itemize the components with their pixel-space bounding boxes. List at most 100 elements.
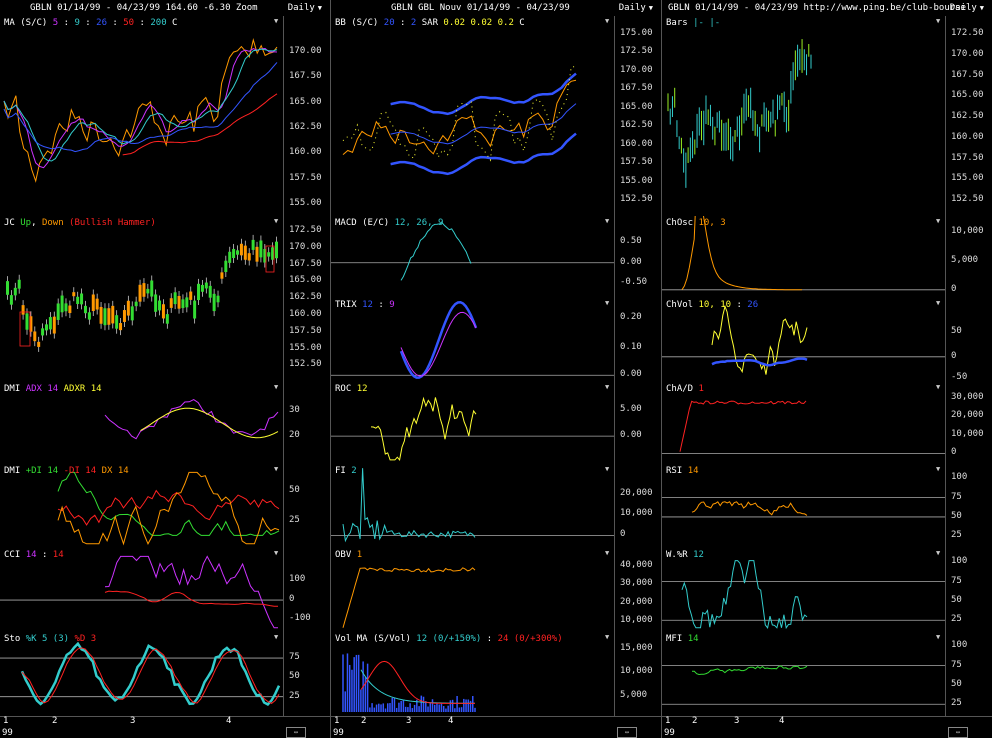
y-tick-label: 155.00 xyxy=(620,175,653,186)
chart-svg xyxy=(662,400,945,454)
indicator-panel-chad: ChA/D 1 ▼ 30,000 20,000 10,000 0 xyxy=(662,382,992,464)
plot-area[interactable] xyxy=(0,548,284,632)
time-axis: 1 2 3 4 99 xyxy=(0,716,330,738)
panel-menu-icon[interactable]: ▼ xyxy=(274,383,278,391)
panel-menu-icon[interactable]: ▼ xyxy=(936,465,940,473)
candle xyxy=(138,284,142,302)
panel-menu-icon[interactable]: ▼ xyxy=(605,17,609,25)
chart-svg xyxy=(331,221,614,281)
series-line xyxy=(342,79,577,155)
panel-menu-icon[interactable]: ▼ xyxy=(936,17,940,25)
period-dropdown[interactable]: Daily ▼ xyxy=(288,0,322,16)
series-line xyxy=(692,665,808,676)
label-segment: Vol xyxy=(335,634,357,644)
panel-label: Vol MA (S/Vol) 12 (0/+150%) : 24 (0/+300… xyxy=(335,634,563,644)
plot-area[interactable] xyxy=(0,464,284,548)
plot-area[interactable] xyxy=(662,632,946,716)
label-segment: Sto xyxy=(4,634,26,644)
plot-area[interactable] xyxy=(331,632,615,716)
y-tick-label: 10,000 xyxy=(620,666,653,677)
plot-area[interactable] xyxy=(331,216,615,298)
plot-area[interactable] xyxy=(331,464,615,548)
label-segment: OBV xyxy=(335,550,357,560)
candle xyxy=(185,297,189,308)
y-tick-label: 157.50 xyxy=(289,172,322,183)
panel-menu-icon[interactable]: ▼ xyxy=(274,217,278,225)
period-label: Daily xyxy=(618,3,646,13)
chevron-down-icon: ▼ xyxy=(648,4,653,12)
plot-area[interactable] xyxy=(662,16,946,216)
panel-menu-icon[interactable]: ▼ xyxy=(936,549,940,557)
scroll-button[interactable]: ↔ xyxy=(948,727,968,738)
label-segment: 0.2 xyxy=(497,18,514,28)
label-segment: 50 xyxy=(123,18,135,28)
panel-menu-icon[interactable]: ▼ xyxy=(605,633,609,641)
y-tick-label: 167.50 xyxy=(289,71,322,82)
indicator-panel-ma: MA (S/C) 5 : 9 : 26 : 50 : 200 C ▼ 170.00… xyxy=(0,16,330,216)
y-tick-label: 165.00 xyxy=(289,275,322,286)
series-line xyxy=(390,103,577,145)
y-tick-label: 167.50 xyxy=(620,83,653,94)
candle xyxy=(91,294,95,312)
candle xyxy=(216,295,220,303)
panel-menu-icon[interactable]: ▼ xyxy=(605,549,609,557)
y-tick-label: 75 xyxy=(951,575,962,586)
label-segment: 26 xyxy=(96,18,107,28)
panel-menu-icon[interactable]: ▼ xyxy=(605,299,609,307)
plot-area[interactable] xyxy=(662,464,946,548)
panel-menu-icon[interactable]: ▼ xyxy=(936,383,940,391)
period-dropdown[interactable]: Daily ▼ xyxy=(619,0,653,16)
plot-area[interactable] xyxy=(0,216,284,382)
panel-menu-icon[interactable]: ▼ xyxy=(274,549,278,557)
label-segment: 26 xyxy=(747,300,759,310)
scroll-button[interactable]: ↔ xyxy=(286,727,306,738)
plot-area[interactable] xyxy=(662,548,946,632)
y-tick-label: 40,000 xyxy=(620,559,653,570)
candle xyxy=(255,246,259,262)
panel-menu-icon[interactable]: ▼ xyxy=(936,299,940,307)
y-tick-label: 160.00 xyxy=(951,131,984,142)
y-tick-label: 20 xyxy=(289,430,300,441)
indicator-panel-chvol: ChVol 10, 10 : 26 ▼ 50 0 -50 xyxy=(662,298,992,382)
label-segment: C xyxy=(513,18,525,28)
scroll-button[interactable]: ↔ xyxy=(617,727,637,738)
panel-menu-icon[interactable]: ▼ xyxy=(936,217,940,225)
y-tick-label: 0.00 xyxy=(620,256,642,267)
panel-label: DMI +DI 14 -DI 14 DX 14 xyxy=(4,466,129,476)
series-line xyxy=(122,93,278,156)
panel-menu-icon[interactable]: ▼ xyxy=(274,17,278,25)
panel-menu-icon[interactable]: ▼ xyxy=(936,633,940,641)
plot-area[interactable] xyxy=(331,382,615,464)
indicator-panel-vol: Vol MA (S/Vol) 12 (0/+150%) : 24 (0/+300… xyxy=(331,632,661,716)
y-tick-label: 10,000 xyxy=(951,429,984,440)
y-tick-label: 160.00 xyxy=(289,308,322,319)
plot-area[interactable] xyxy=(331,16,615,216)
y-tick-label: 170.00 xyxy=(289,241,322,252)
panel-menu-icon[interactable]: ▼ xyxy=(605,217,609,225)
y-tick-label: 25 xyxy=(951,614,962,625)
panel-label: Sto %K 5 (3) %D 3 xyxy=(4,634,96,644)
plot-area[interactable] xyxy=(0,632,284,716)
panel-menu-icon[interactable]: ▼ xyxy=(274,465,278,473)
y-tick-label: 162.50 xyxy=(620,120,653,131)
candle xyxy=(122,310,126,322)
label-segment: 1 xyxy=(698,384,704,394)
plot-area[interactable] xyxy=(662,298,946,382)
plot-area[interactable] xyxy=(331,298,615,382)
y-tick-label: 10,000 xyxy=(620,508,653,519)
panel-menu-icon[interactable]: ▼ xyxy=(605,383,609,391)
y-tick-label: 0.50 xyxy=(620,236,642,247)
panel-menu-icon[interactable]: ▼ xyxy=(605,465,609,473)
candle xyxy=(107,308,111,325)
plot-area[interactable] xyxy=(662,382,946,464)
plot-area[interactable] xyxy=(331,548,615,632)
indicator-panel-sto: Sto %K 5 (3) %D 3 ▼ 75 50 25 xyxy=(0,632,330,716)
plot-area[interactable] xyxy=(0,382,284,464)
plot-area[interactable] xyxy=(0,16,284,216)
period-dropdown[interactable]: Daily ▼ xyxy=(950,0,984,16)
panel-menu-icon[interactable]: ▼ xyxy=(274,633,278,641)
label-segment: -DI 14 xyxy=(63,466,97,476)
candle xyxy=(275,241,278,259)
plot-area[interactable] xyxy=(662,216,946,298)
label-segment: |- xyxy=(693,18,704,28)
